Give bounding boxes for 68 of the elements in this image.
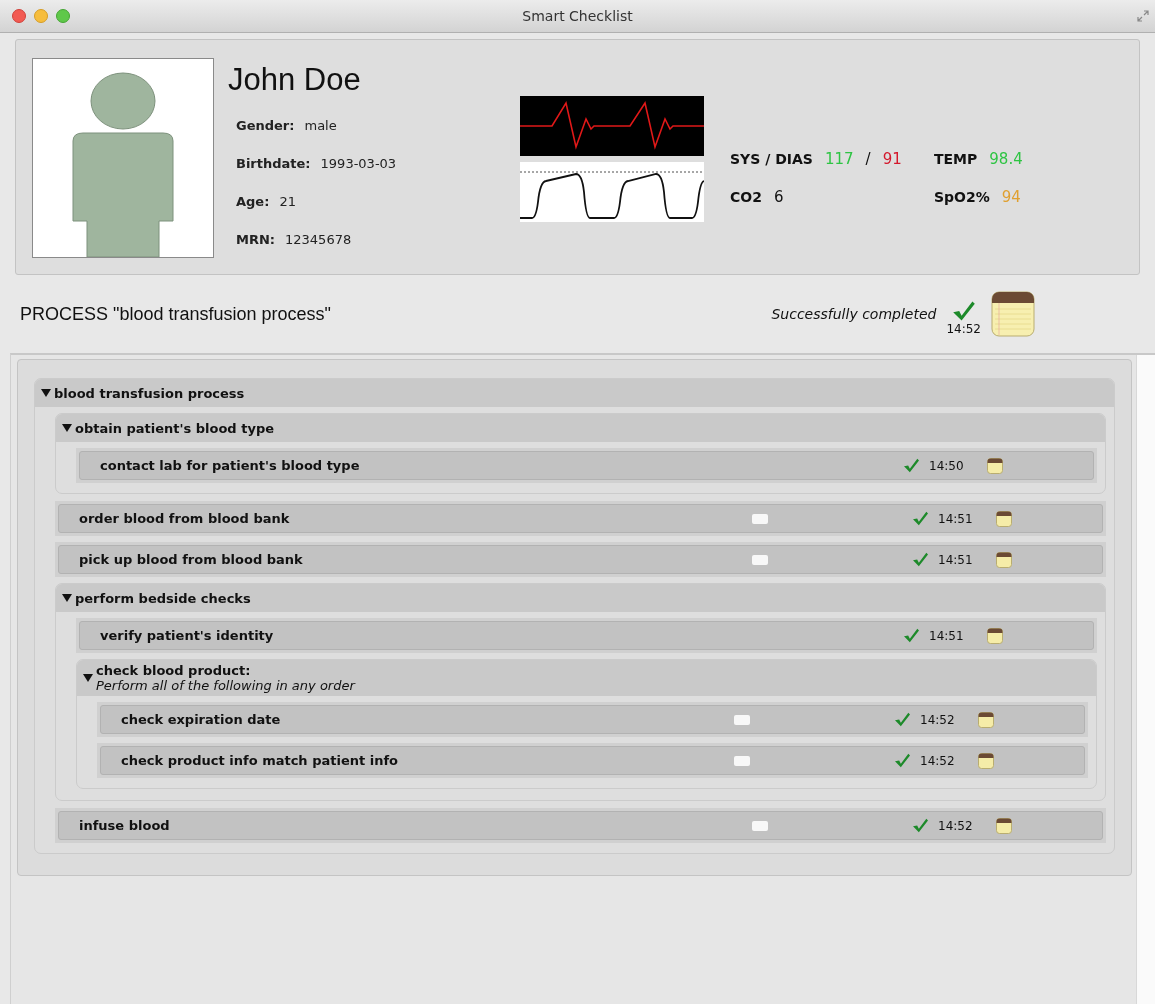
notepad-icon[interactable] (996, 510, 1012, 527)
field-label: Gender: (236, 117, 295, 133)
patient-name: John Doe (228, 62, 362, 98)
task-label: infuse blood (79, 818, 171, 833)
task-row[interactable]: pick up blood from blood bank 14:51 (58, 545, 1103, 574)
task-time: 14:51 (938, 511, 974, 526)
field-label: Birthdate: (236, 155, 311, 171)
task-time: 14:52 (920, 753, 956, 768)
task-label: order blood from blood bank (79, 511, 291, 526)
notepad-icon[interactable] (987, 627, 1003, 644)
task-label: check product info match patient info (121, 753, 399, 768)
group-title: perform bedside checks (75, 590, 251, 606)
notepad-icon[interactable] (978, 752, 994, 769)
vital-value: 117 (824, 150, 854, 168)
task-label: verify patient's identity (100, 628, 275, 643)
group-title: obtain patient's blood type (75, 420, 274, 436)
group-header[interactable]: obtain patient's blood type (56, 414, 1105, 442)
group-instruction: Perform all of the following in any order (96, 678, 355, 693)
group-title: check blood product: (96, 663, 252, 678)
fullscreen-icon[interactable] (1137, 10, 1149, 22)
vital-value: 6 (773, 188, 784, 206)
task-time: 14:52 (938, 818, 974, 833)
vital-label: SYS / DIAS (730, 151, 813, 167)
task-label: contact lab for patient's blood type (100, 458, 361, 473)
notepad-icon[interactable] (978, 711, 994, 728)
task-time: 14:52 (920, 712, 956, 727)
task-row[interactable]: order blood from blood bank 14:51 (58, 504, 1103, 533)
field-value: male (304, 117, 337, 133)
task-time: 14:51 (938, 552, 974, 567)
task-label: check expiration date (121, 712, 282, 727)
close-button[interactable] (12, 9, 26, 23)
vital-value: 98.4 (989, 150, 1023, 168)
task-time: 14:50 (929, 458, 965, 473)
group-title: blood transfusion process (54, 385, 245, 401)
field-label: Age: (236, 193, 270, 209)
task-time: 14:51 (929, 628, 965, 643)
disclosure-triangle-icon[interactable] (62, 594, 72, 602)
notepad-icon[interactable] (996, 551, 1012, 568)
task-row[interactable]: check product info match patient info 14:52 (100, 746, 1085, 775)
group-header[interactable]: check blood product: Perform all of the following in any order (77, 660, 1096, 696)
group-header[interactable]: blood transfusion process (35, 379, 1114, 407)
disclosure-triangle-icon[interactable] (83, 674, 93, 682)
field-label: MRN: (236, 231, 276, 247)
disclosure-triangle-icon[interactable] (62, 424, 72, 432)
process-status: Successfully completed (771, 306, 937, 322)
task-label: pick up blood from blood bank (79, 552, 304, 567)
vital-label: SpO2% (934, 189, 990, 205)
notepad-icon[interactable] (991, 291, 1035, 337)
disclosure-triangle-icon[interactable] (41, 389, 51, 397)
completion-time: 14:52 (946, 322, 981, 336)
task-row[interactable]: check expiration date 14:52 (100, 705, 1085, 734)
task-row[interactable]: contact lab for patient's blood type 14:50 (79, 451, 1094, 480)
process-title: PROCESS "blood transfusion process" (20, 303, 331, 325)
task-row[interactable]: infuse blood 14:52 (58, 811, 1103, 840)
vital-value: 91 (882, 150, 902, 168)
group-header[interactable]: perform bedside checks (56, 584, 1105, 612)
vital-value: 94 (1001, 188, 1021, 206)
vital-label: CO2 (730, 189, 762, 205)
vital-value: / (865, 150, 871, 168)
notepad-icon[interactable] (996, 817, 1012, 834)
vital-label: TEMP (934, 151, 978, 167)
scroll-bar[interactable] (1136, 355, 1155, 1004)
window-title: Smart Checklist (522, 8, 633, 24)
notepad-icon[interactable] (987, 457, 1003, 474)
field-value: 1993-03-03 (320, 155, 397, 171)
task-row[interactable]: verify patient's identity 14:51 (79, 621, 1094, 650)
field-value: 21 (279, 193, 296, 209)
field-value: 12345678 (285, 231, 352, 247)
